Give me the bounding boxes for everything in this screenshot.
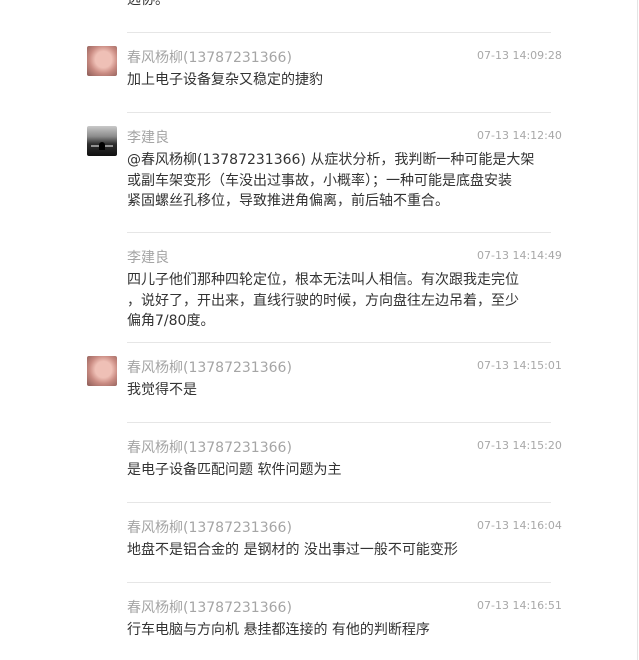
- message-line: @春风杨柳(13787231366) 从症状分析，我判断一种可能是大架: [127, 152, 535, 168]
- previous-message-fragment: 远协。: [127, 0, 169, 8]
- pink-portrait-avatar[interactable]: [87, 356, 117, 386]
- lake-silhouette-avatar[interactable]: [87, 126, 117, 156]
- message-timestamp: 07-13 14:15:20: [477, 439, 562, 452]
- sender-name[interactable]: 春风杨柳(13787231366): [127, 439, 292, 457]
- message-line: 加上电子设备复杂又稳定的捷豹: [127, 72, 323, 88]
- sender-name[interactable]: 春风杨柳(13787231366): [127, 49, 292, 67]
- message-line: 是电子设备匹配问题 软件问题为主: [127, 462, 342, 478]
- message-timestamp: 07-13 14:12:40: [477, 129, 562, 142]
- message-content: 地盘不是铝合金的 是钢材的 没出事过一般不可能变形: [127, 540, 527, 561]
- message-separator: [127, 422, 551, 423]
- message-line: 地盘不是铝合金的 是钢材的 没出事过一般不可能变形: [127, 542, 458, 558]
- message-line: ，说好了，开出来，直线行驶的时候，方向盘往左边吊着，至少: [127, 292, 519, 309]
- message-line: 或副车架变形（车没出过事故，小概率）；一种可能是底盘安装: [127, 172, 512, 189]
- sender-name[interactable]: 李建良: [127, 129, 169, 147]
- pink-portrait-avatar[interactable]: [87, 46, 117, 76]
- sender-name[interactable]: 春风杨柳(13787231366): [127, 359, 292, 377]
- message-line: 偏角7/80度。: [127, 313, 215, 329]
- message-separator: [127, 32, 551, 33]
- message-content: @春风杨柳(13787231366) 从症状分析，我判断一种可能是大架 或副车架变…: [127, 150, 535, 212]
- message-timestamp: 07-13 14:14:49: [477, 249, 562, 262]
- window-right-border: [637, 0, 638, 660]
- message-content: 四儿子他们那种四轮定位，根本无法叫人相信。有次跟我走完位 ，说好了，开出来，直线行…: [127, 270, 527, 332]
- message-timestamp: 07-13 14:16:51: [477, 599, 562, 612]
- message-timestamp: 07-13 14:16:04: [477, 519, 562, 532]
- message-content: 我觉得不是: [127, 380, 527, 401]
- message-content: 是电子设备匹配问题 软件问题为主: [127, 460, 527, 481]
- message-timestamp: 07-13 14:09:28: [477, 49, 562, 62]
- sender-name[interactable]: 李建良: [127, 249, 169, 267]
- message-separator: [127, 342, 551, 343]
- message-line: 四儿子他们那种四轮定位，根本无法叫人相信。有次跟我走完位: [127, 272, 519, 288]
- sender-name[interactable]: 春风杨柳(13787231366): [127, 599, 292, 617]
- message-timestamp: 07-13 14:15:01: [477, 359, 562, 372]
- message-separator: [127, 232, 551, 233]
- message-line: 我觉得不是: [127, 382, 197, 398]
- message-separator: [127, 582, 551, 583]
- message-separator: [127, 112, 551, 113]
- message-separator: [127, 502, 551, 503]
- message-line: 行车电脑与方向机 悬挂都连接的 有他的判断程序: [127, 622, 430, 638]
- message-line: 紧固螺丝孔移位，导致推进角偏离，前后轴不重合。: [127, 193, 449, 209]
- message-content: 加上电子设备复杂又稳定的捷豹: [127, 70, 527, 91]
- sender-name[interactable]: 春风杨柳(13787231366): [127, 519, 292, 537]
- message-content: 行车电脑与方向机 悬挂都连接的 有他的判断程序: [127, 620, 527, 641]
